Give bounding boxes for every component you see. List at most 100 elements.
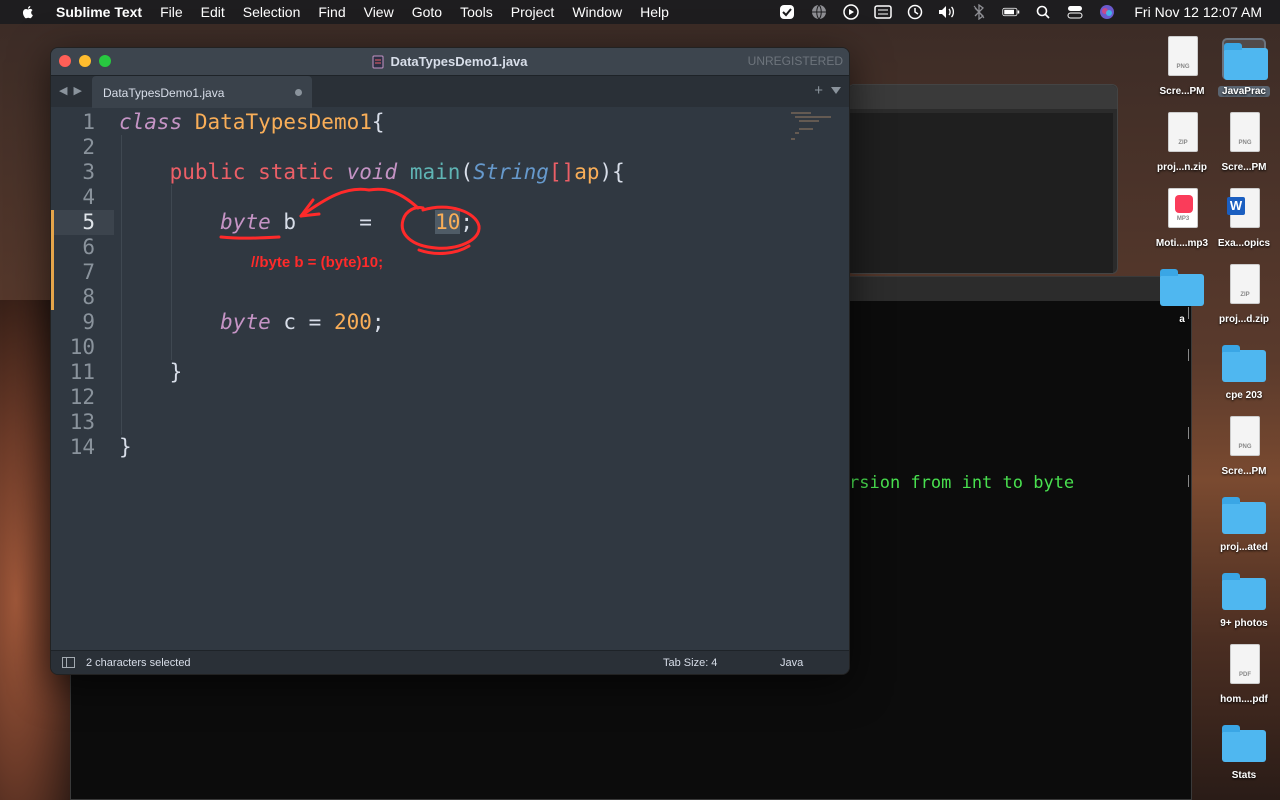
keyword: void — [346, 160, 398, 184]
code-area[interactable]: class DataTypesDemo1{ public static void… — [119, 108, 811, 652]
menu-app-name[interactable]: Sublime Text — [56, 4, 142, 20]
line-number-active: 5 — [82, 210, 95, 234]
unregistered-label: UNREGISTERED — [747, 54, 843, 68]
status-menu-area: Fri Nov 12 12:07 AM — [778, 0, 1280, 24]
line-number: 9 — [82, 310, 95, 334]
keyword: static — [258, 160, 334, 184]
background-window[interactable] — [848, 84, 1118, 274]
desktop-folder-stats[interactable]: Stats — [1208, 718, 1280, 790]
code-editor[interactable]: 1 2 3 4 5 6 7 8 9 10 11 12 13 14 class D… — [51, 108, 849, 652]
brace: { — [371, 110, 385, 134]
desktop-icon-label: proj...ated — [1220, 542, 1268, 553]
keyword: byte — [220, 310, 271, 334]
sidebar-toggle-icon[interactable] — [62, 657, 75, 668]
bluetooth-icon[interactable] — [970, 3, 988, 21]
desktop-folder-photos[interactable]: 9+ photos — [1208, 566, 1280, 638]
desktop-file-png[interactable]: PNG Scre...PM — [1208, 110, 1280, 182]
line-number: 10 — [69, 335, 95, 359]
menubar-clock[interactable]: Fri Nov 12 12:07 AM — [1134, 4, 1262, 20]
code-line-3: public static void main(String[]ap){ — [119, 160, 625, 185]
unsaved-dot-icon[interactable] — [295, 89, 302, 96]
play-icon[interactable] — [842, 3, 860, 21]
line-number: 3 — [82, 160, 95, 184]
file-type-tag: MP3 — [1176, 216, 1190, 222]
battery-icon[interactable] — [1002, 3, 1020, 21]
menu-find[interactable]: Find — [318, 4, 345, 20]
desktop-icon-label: Exa...opics — [1217, 238, 1271, 249]
new-tab-icon[interactable]: + — [814, 82, 823, 99]
tab-size-status[interactable]: Tab Size: 4 — [663, 657, 717, 669]
file-type-tag: PNG — [1238, 444, 1252, 450]
type-name: String — [473, 160, 549, 184]
minimap[interactable] — [791, 112, 841, 140]
desktop-folder-javaprac[interactable]: JavaPrac — [1208, 34, 1280, 106]
siri-icon[interactable] — [1098, 3, 1116, 21]
terminal-divider — [1188, 427, 1191, 439]
menu-project[interactable]: Project — [511, 4, 555, 20]
menu-file[interactable]: File — [160, 4, 183, 20]
word-file-icon: W — [1226, 186, 1262, 232]
desktop-file-docx[interactable]: W Exa...opics — [1208, 186, 1280, 258]
tab-back-icon[interactable]: ◀ — [59, 84, 67, 97]
png-file-icon: PNG — [1226, 110, 1262, 156]
syntax-status[interactable]: Java — [780, 657, 803, 669]
desktop-file-png[interactable]: PNG Scre...PM — [1208, 414, 1280, 486]
menu-help[interactable]: Help — [640, 4, 669, 20]
folder-icon — [1222, 342, 1266, 384]
line-number: 13 — [69, 410, 95, 434]
minimize-button[interactable] — [79, 55, 91, 67]
menu-tools[interactable]: Tools — [460, 4, 493, 20]
globe-icon[interactable] — [810, 3, 828, 21]
line-number: 8 — [82, 285, 95, 309]
line-number: 4 — [82, 185, 95, 209]
line-gutter: 1 2 3 4 5 6 7 8 9 10 11 12 13 14 — [51, 108, 114, 652]
desktop-file-zip[interactable]: ZIP proj...d.zip — [1208, 262, 1280, 334]
menu-edit[interactable]: Edit — [201, 4, 225, 20]
selected-number[interactable]: 10 — [435, 210, 461, 234]
file-type-tag: ZIP — [1178, 140, 1188, 146]
tab-forward-icon[interactable]: ▶ — [73, 84, 81, 97]
sublime-window[interactable]: DataTypesDemo1.java UNREGISTERED ◀ ▶ Dat… — [50, 47, 850, 675]
apple-icon[interactable] — [20, 4, 36, 20]
time-machine-icon[interactable] — [906, 3, 924, 21]
keyboard-icon[interactable] — [874, 3, 893, 21]
line-number: 14 — [69, 435, 95, 459]
background-window-content — [849, 113, 1113, 273]
terminal-output: rsion from int to byte — [849, 473, 1075, 493]
parameter: ap — [574, 160, 600, 184]
semicolon: ; — [371, 310, 385, 334]
volume-icon[interactable] — [938, 3, 956, 21]
variable: b = — [270, 210, 436, 234]
menu-goto[interactable]: Goto — [412, 4, 442, 20]
desktop-icon-label: hom....pdf — [1220, 694, 1268, 705]
desktop-folder[interactable]: proj...ated — [1208, 490, 1280, 562]
number: 200 — [333, 310, 372, 334]
checkbox-icon[interactable] — [778, 3, 796, 21]
desktop-icon-label: proj...d.zip — [1219, 314, 1269, 325]
window-titlebar[interactable]: DataTypesDemo1.java UNREGISTERED — [51, 48, 849, 75]
desktop-folder-cpe203[interactable]: cpe 203 — [1208, 338, 1280, 410]
brace: } — [119, 435, 132, 459]
folder-icon — [1160, 266, 1204, 308]
maximize-button[interactable] — [99, 55, 111, 67]
semicolon: ; — [460, 210, 474, 234]
menu-view[interactable]: View — [364, 4, 394, 20]
window-title: DataTypesDemo1.java — [390, 54, 528, 69]
code-line-14: } — [119, 435, 132, 460]
control-center-icon[interactable] — [1066, 3, 1084, 21]
file-type-tag: PNG — [1238, 140, 1252, 146]
png-file-icon: PNG — [1226, 414, 1262, 460]
background-window-titlebar[interactable] — [849, 85, 1117, 109]
minimap-line — [791, 138, 795, 140]
line-number: 1 — [82, 110, 95, 134]
keyword: class — [119, 110, 183, 134]
search-icon[interactable] — [1034, 3, 1052, 21]
menu-selection[interactable]: Selection — [243, 4, 301, 20]
tab-datatypesdemo1[interactable]: DataTypesDemo1.java — [92, 76, 312, 108]
close-button[interactable] — [59, 55, 71, 67]
tab-menu-icon[interactable] — [831, 87, 841, 94]
png-file-icon: PNG — [1164, 34, 1200, 80]
minimap-line — [799, 120, 819, 122]
desktop-file-pdf[interactable]: PDF hom....pdf — [1208, 642, 1280, 714]
menu-window[interactable]: Window — [572, 4, 622, 20]
